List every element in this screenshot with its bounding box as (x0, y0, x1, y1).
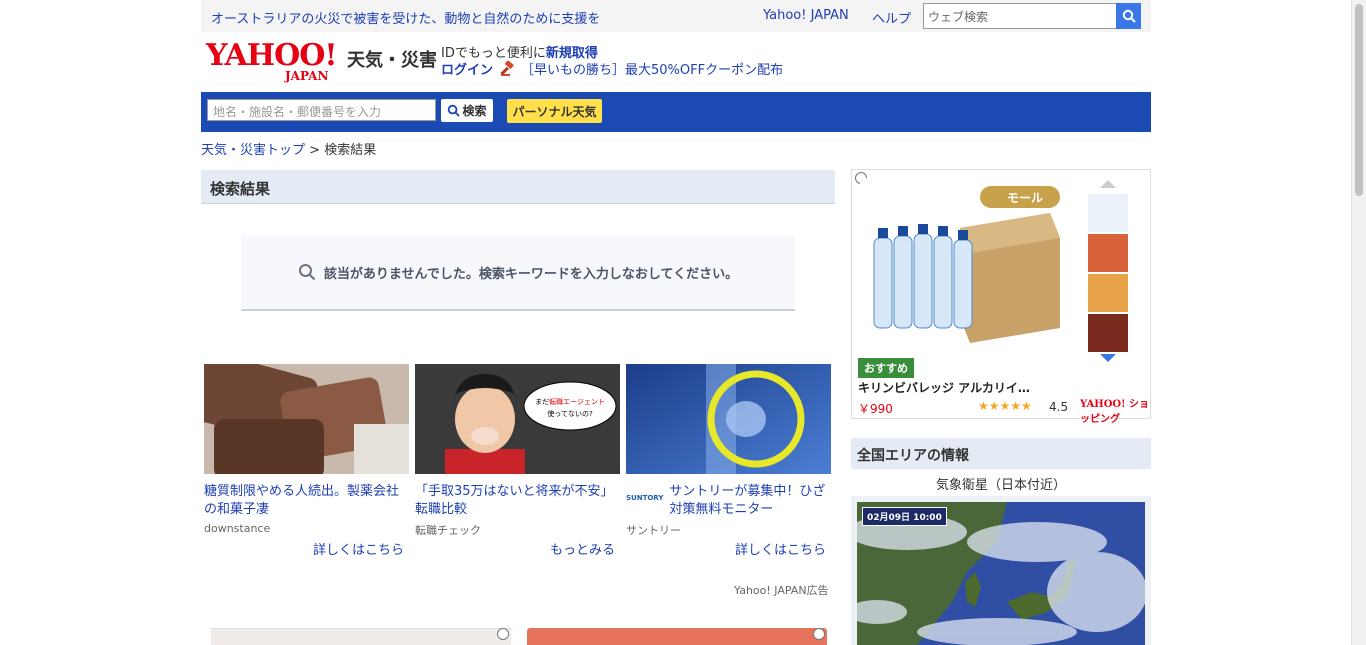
product-thumbnails (1088, 180, 1128, 368)
login-line: ログイン ［早いもの勝ち］最大50%OFFクーポン配布 (441, 59, 783, 78)
ad-bubble-text: まだ転職エージェント (535, 397, 605, 406)
support-notice-link[interactable]: オーストラリアの火災で被害を受けた、動物と自然のために支援を (211, 8, 600, 27)
area-info-heading: 全国エリアの情報 (851, 438, 1151, 469)
site-header: YAHOO! JAPAN 天気・災害 IDでもっと便利に新規取得 ログイン ［早… (201, 32, 1151, 92)
yahoo-japan-link[interactable]: Yahoo! JAPAN (763, 8, 849, 23)
ad-source: サントリー (626, 524, 681, 537)
satellite-image[interactable]: 02月09日 10:00 (857, 502, 1145, 645)
coupon-link[interactable]: ［早いもの勝ち］最大50%OFFクーポン配布 (521, 59, 783, 78)
scrollbar-thumb[interactable] (1355, 4, 1363, 196)
product-thumb[interactable] (1088, 194, 1128, 232)
web-search-button[interactable] (1116, 3, 1141, 29)
ad-source: 転職チェック (415, 524, 481, 537)
rating-value: 4.5 (1049, 400, 1069, 414)
breadcrumb-current: 検索結果 (324, 143, 377, 158)
bottom-ad-strip (211, 628, 831, 645)
ad-title-text[interactable]: サントリーが募集中！ひざ対策無料モニター (669, 483, 831, 519)
bottom-ad-right[interactable] (527, 628, 827, 645)
ad-card[interactable]: SUNTORY サントリーが募集中！ひざ対策無料モニター サントリー 詳しくはこ… (626, 364, 831, 558)
rating-stars: ★★★★★ (978, 399, 1032, 413)
svg-text:使ってないの?: 使ってないの? (547, 409, 593, 418)
page-container: オーストラリアの火災で被害を受けた、動物と自然のために支援を Yahoo! JA… (187, 0, 1151, 645)
ad-more-link[interactable]: 詳しくはこちら (313, 539, 404, 558)
location-search-input[interactable]: 地名・施設名・郵便番号を入力 (207, 99, 436, 121)
no-result-message: 該当がありませんでした。検索キーワードを入力しなおしてください。 (241, 235, 795, 311)
ad-title[interactable]: 糖質制限やめる人続出。製薬会社の和菓子凄 (204, 483, 409, 519)
personal-weather-button[interactable]: パーソナル天気 (507, 99, 602, 123)
shopping-ad[interactable]: モール おすすめ キリンビバレッジ アルカリイ… ￥990 ★★★★★ 4.5 … (851, 169, 1151, 425)
web-search-input[interactable]: ウェブ検索 (923, 3, 1141, 29)
satellite-label: 気象衛星（日本付近） (935, 478, 1066, 493)
ad-image-sweets (187, 351, 424, 484)
ad-card[interactable]: 糖質制限やめる人続出。製薬会社の和菓子凄 downstance 詳しくはこちら (187, 351, 424, 558)
thumb-scroll-up[interactable] (1088, 180, 1128, 192)
mall-badge: モール (1007, 191, 1043, 205)
ad-card[interactable]: まだ転職エージェント 使ってないの? 「手取35万はないと将来が不安」転職比較 … (415, 364, 620, 558)
ad-info-icon[interactable] (813, 628, 825, 640)
thumb-scroll-down[interactable] (1088, 354, 1128, 366)
suntory-logo: SUNTORY (626, 494, 664, 502)
search-icon (448, 104, 461, 117)
page-title: 検索結果 (201, 170, 835, 204)
location-search-bar: 地名・施設名・郵便番号を入力 検索 パーソナル天気 (201, 92, 1151, 132)
search-icon (1122, 9, 1136, 23)
ad-title[interactable]: SUNTORY サントリーが募集中！ひざ対策無料モニター (626, 483, 831, 519)
service-title[interactable]: 天気・災害 (347, 46, 437, 72)
ad-source: downstance (204, 522, 271, 535)
breadcrumb-separator: > (309, 143, 321, 158)
ad-info-icon[interactable] (497, 628, 509, 640)
help-link[interactable]: ヘルプ (872, 8, 911, 27)
ad-more-link[interactable]: 詳しくはこちら (735, 539, 826, 558)
gavel-icon (500, 60, 514, 76)
breadcrumb: 天気・災害トップ > 検索結果 (201, 139, 376, 158)
satellite-panel: 02月09日 10:00 (851, 496, 1151, 645)
location-search-button[interactable]: 検索 (441, 99, 493, 122)
product-name[interactable]: キリンビバレッジ アルカリイ… (858, 379, 1030, 396)
ad-image-knee (626, 364, 831, 474)
bottom-ad-left[interactable] (211, 628, 511, 645)
yahoo-logo[interactable]: YAHOO! JAPAN (206, 38, 338, 84)
location-search-label: 検索 (462, 104, 487, 118)
logo-text: YAHOO! (206, 38, 338, 73)
product-thumb[interactable] (1088, 314, 1128, 352)
ad-title[interactable]: 「手取35万はないと将来が不安」転職比較 (415, 483, 620, 519)
breadcrumb-top-link[interactable]: 天気・災害トップ (201, 143, 305, 158)
product-thumb[interactable] (1088, 274, 1128, 312)
product-price: ￥990 (858, 402, 893, 416)
ad-label: Yahoo! JAPAN広告 (734, 584, 829, 597)
satellite-timestamp: 02月09日 10:00 (862, 507, 947, 526)
ad-image-girl: まだ転職エージェント 使ってないの? (415, 364, 620, 474)
logo-sub: JAPAN (285, 69, 329, 83)
login-link[interactable]: ログイン (441, 59, 493, 78)
top-strip: オーストラリアの火災で被害を受けた、動物と自然のために支援を Yahoo! JA… (201, 0, 1151, 32)
ad-more-link[interactable]: もっとみる (550, 539, 615, 558)
search-icon (298, 264, 316, 281)
product-thumb[interactable] (1088, 234, 1128, 272)
page-scrollbar[interactable] (1351, 0, 1366, 645)
no-result-text: 該当がありませんでした。検索キーワードを入力しなおしてください。 (323, 266, 739, 282)
yahoo-shopping-logo: YAHOO! ショッピング (1080, 399, 1149, 425)
product-image-water: モール (860, 178, 1064, 378)
recommend-badge: おすすめ (858, 358, 914, 378)
